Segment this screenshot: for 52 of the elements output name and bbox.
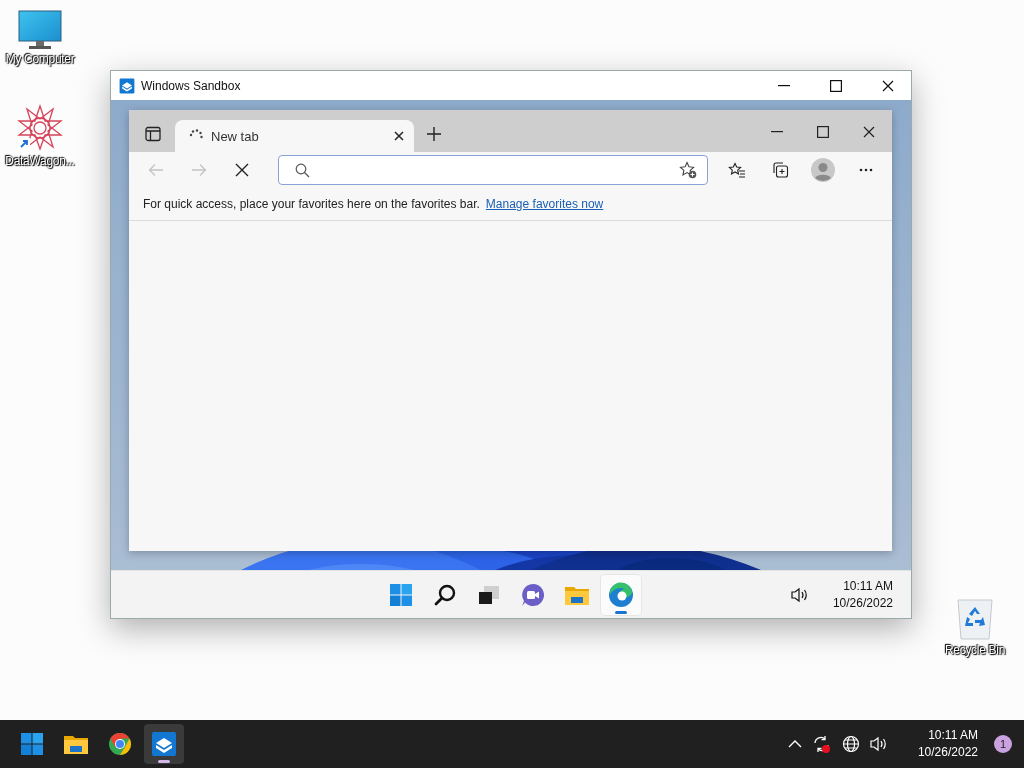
- speaker-icon[interactable]: [869, 736, 888, 752]
- globe-icon[interactable]: [841, 735, 860, 753]
- video-chat-icon: [521, 582, 545, 607]
- star-shortcut-icon: [16, 104, 64, 152]
- stop-icon: [235, 163, 249, 177]
- address-field[interactable]: [278, 155, 708, 185]
- browser-button[interactable]: [601, 574, 641, 615]
- clock-time: 10:11 AM: [843, 577, 893, 595]
- minimize-icon: [778, 84, 790, 87]
- collections-icon: [771, 161, 789, 179]
- chevron-up-icon[interactable]: [787, 739, 802, 749]
- tab-panel-icon: [145, 126, 161, 142]
- maximize-icon: [830, 79, 842, 92]
- desktop-icon-label[interactable]: My Computer: [5, 52, 75, 66]
- close-tab-button[interactable]: [394, 131, 404, 141]
- close-icon: [863, 126, 875, 138]
- minimize-icon: [771, 131, 783, 133]
- windows-logo-icon: [20, 732, 44, 756]
- browser-logo-icon: [108, 732, 132, 756]
- close-icon: [882, 79, 894, 92]
- window-title: Windows Sandbox: [141, 78, 242, 93]
- search-icon: [295, 162, 310, 178]
- monitor-icon: [18, 10, 62, 50]
- plus-icon: [426, 126, 442, 142]
- windows-logo-icon: [389, 582, 413, 607]
- star-list-icon: [728, 162, 746, 178]
- clock-time: 10:11 AM: [928, 727, 978, 744]
- task-view-icon: [477, 583, 501, 606]
- desktop-icon-label[interactable]: Recycle Bin: [944, 643, 1006, 657]
- sandbox-button[interactable]: [144, 724, 184, 764]
- browser-tab[interactable]: New tab: [175, 120, 414, 152]
- folder-icon: [63, 733, 89, 755]
- app-icon: [119, 77, 135, 94]
- maximize-icon: [817, 126, 829, 138]
- close-icon: [394, 131, 404, 141]
- recycle-bin-icon: [955, 597, 995, 641]
- desktop-icon-label[interactable]: DataWagon...: [5, 154, 75, 168]
- search-icon: [433, 582, 457, 607]
- sync-alert-icon[interactable]: [811, 734, 832, 754]
- more-icon: [859, 168, 873, 172]
- clock-date: 10/26/2022: [917, 744, 978, 761]
- avatar-icon: [811, 158, 835, 182]
- forward-arrow-icon: [191, 163, 207, 177]
- speaker-icon[interactable]: [790, 586, 809, 603]
- clock-date: 10/26/2022: [832, 594, 893, 612]
- browser-logo-icon: [608, 581, 634, 608]
- manage-favorites-link[interactable]: Manage favorites now: [485, 197, 604, 211]
- favorites-bar-message: For quick access, place your favorites here on the favorites bar.: [143, 197, 480, 211]
- notification-badge[interactable]: 1: [994, 735, 1012, 753]
- back-arrow-icon: [148, 163, 164, 177]
- star-plus-icon[interactable]: [679, 161, 697, 179]
- box-icon: [151, 731, 177, 757]
